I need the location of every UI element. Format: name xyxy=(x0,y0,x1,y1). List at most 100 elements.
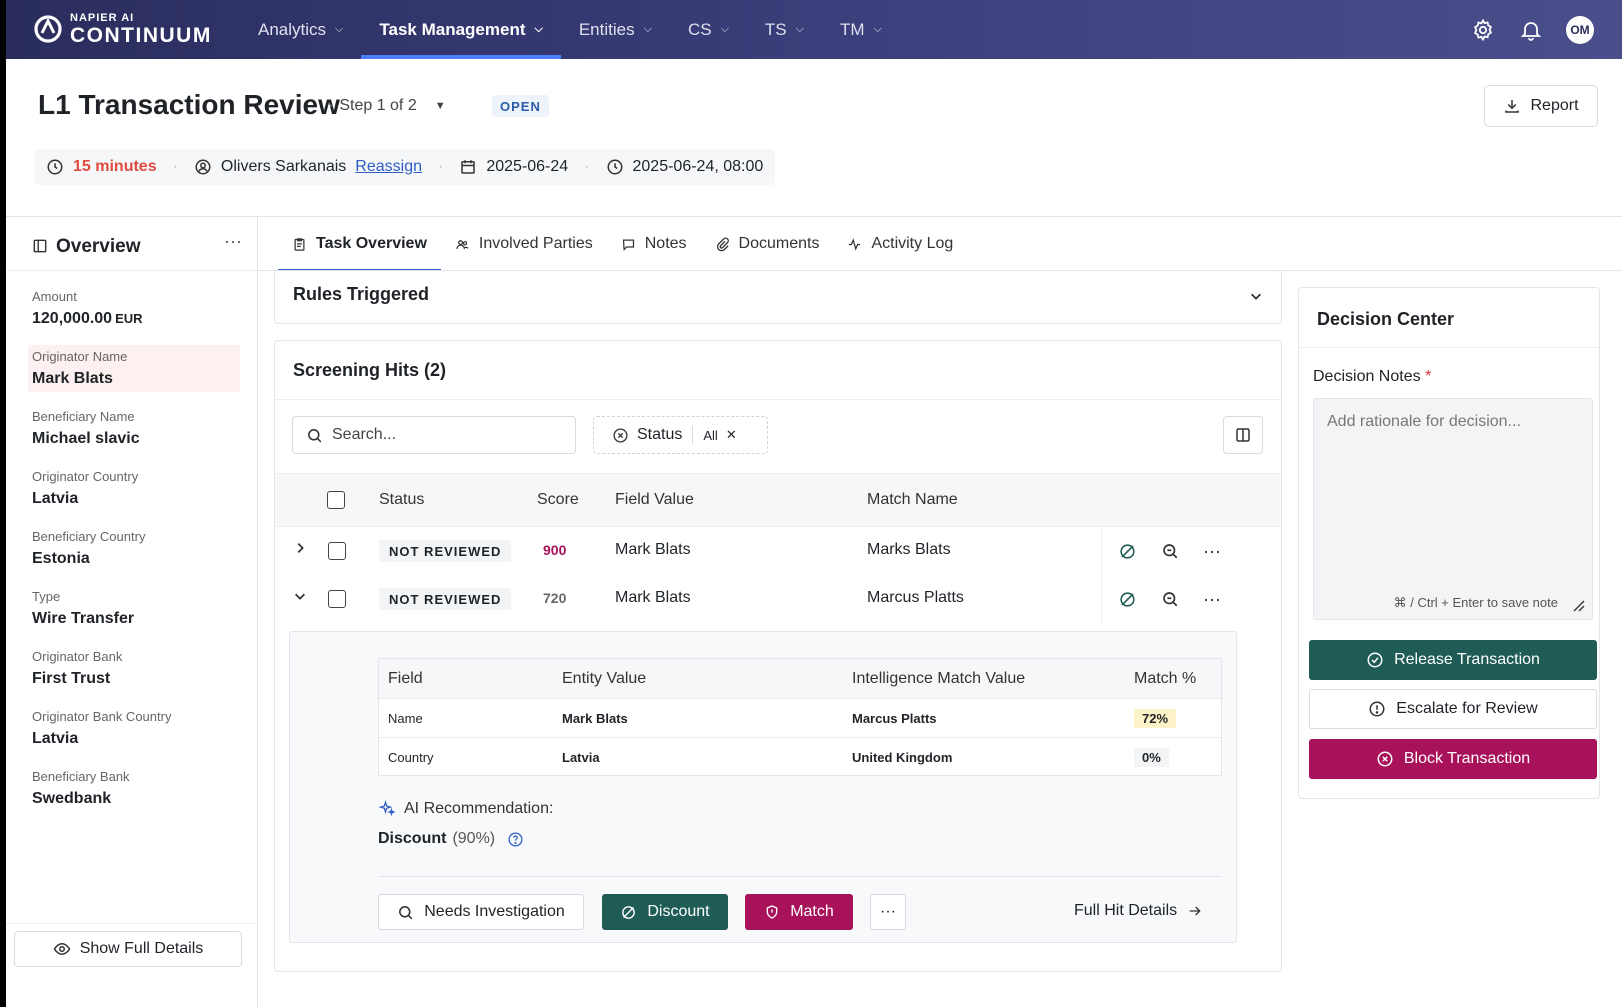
match-name-cell: Marcus Platts xyxy=(867,589,964,606)
chevron-down-icon: ⌵ xyxy=(873,23,882,35)
chevron-down-icon: ⌵ xyxy=(795,23,804,35)
clock-icon xyxy=(607,159,622,175)
tab-label: Documents xyxy=(738,235,820,252)
column-header-status[interactable]: Status xyxy=(379,491,424,509)
decision-notes-textarea[interactable]: Add rationale for decision... ⌘ / Ctrl +… xyxy=(1313,398,1593,620)
chevron-down-icon: ⌵ xyxy=(720,23,729,35)
match-button[interactable]: Match xyxy=(745,894,853,930)
brand-logo[interactable]: NAPIER AI CONTINUUM xyxy=(32,12,212,46)
nav-item-task-management[interactable]: Task Management ⌵ xyxy=(361,0,562,59)
discount-icon[interactable] xyxy=(1118,590,1137,609)
chevron-down-icon: ⌵ xyxy=(335,23,344,35)
block-transaction-button[interactable]: Block Transaction xyxy=(1309,739,1597,779)
comparison-row: Name Mark Blats Marcus Platts 72% xyxy=(379,699,1221,738)
nav-item-analytics[interactable]: Analytics ⌵ xyxy=(240,0,361,59)
show-full-details-button[interactable]: Show Full Details xyxy=(14,931,242,967)
page-title: L1 Transaction Review xyxy=(38,89,340,120)
search-placeholder: Search... xyxy=(332,426,397,443)
discount-icon xyxy=(622,905,636,919)
overview-field: Type Wire Transfer xyxy=(28,585,240,632)
match-label: Match xyxy=(790,903,834,920)
status-filter[interactable]: Status All ✕ xyxy=(593,416,768,454)
task-meta-bar: 15 minutes · Olivers Sarkanais Reassign … xyxy=(34,149,776,185)
resize-grip-icon[interactable] xyxy=(1572,599,1586,613)
column-header-field-value[interactable]: Field Value xyxy=(615,491,694,509)
select-all-checkbox[interactable] xyxy=(327,491,345,509)
eye-icon xyxy=(53,942,71,956)
comparison-intel-value: United Kingdom xyxy=(852,750,953,765)
help-circle-icon[interactable] xyxy=(507,831,524,848)
user-avatar[interactable]: OM xyxy=(1566,15,1594,44)
investigate-icon[interactable] xyxy=(1161,590,1179,608)
nav-item-ts[interactable]: TS ⌵ xyxy=(747,0,822,59)
discount-button[interactable]: Discount xyxy=(602,894,728,930)
columns-toggle-button[interactable] xyxy=(1223,416,1263,454)
chevron-right-icon[interactable] xyxy=(293,541,307,555)
nav-item-cs[interactable]: CS ⌵ xyxy=(670,0,747,59)
comparison-entity-value: Mark Blats xyxy=(562,711,628,726)
nav-item-label: Analytics xyxy=(258,19,327,39)
report-button-label: Report xyxy=(1530,97,1579,114)
investigate-icon[interactable] xyxy=(1161,542,1179,560)
more-horizontal-icon[interactable]: ··· xyxy=(1203,589,1221,610)
table-row[interactable]: NOT REVIEWED 720 Mark Blats Marcus Platts ··… xyxy=(275,575,1281,623)
overview-field: Beneficiary Name Michael slavic xyxy=(28,405,240,452)
field-label: Originator Name xyxy=(32,349,128,364)
row-checkbox[interactable] xyxy=(328,590,346,608)
nav-item-tm[interactable]: TM ⌵ xyxy=(822,0,900,59)
tab-involved-parties[interactable]: Involved Parties xyxy=(441,217,607,271)
field-value-text: Wire Transfer xyxy=(32,610,135,627)
panel-icon[interactable] xyxy=(33,239,47,253)
more-actions-button[interactable]: ··· xyxy=(870,894,906,930)
decision-notes-placeholder: Add rationale for decision... xyxy=(1327,413,1521,430)
chevron-down-icon[interactable] xyxy=(1249,289,1263,303)
tab-task-overview[interactable]: Task Overview xyxy=(278,217,441,272)
column-header-score[interactable]: Score xyxy=(537,491,579,509)
settings-gear-icon[interactable] xyxy=(1470,17,1496,43)
rules-triggered-panel[interactable]: Rules Triggered xyxy=(274,270,1282,324)
hits-table-header: Status Score Field Value Match Name xyxy=(275,473,1281,527)
notifications-bell-icon[interactable] xyxy=(1518,17,1544,43)
discount-icon[interactable] xyxy=(1118,542,1137,561)
clear-circle-icon[interactable] xyxy=(612,427,629,444)
tab-activity-log[interactable]: Activity Log xyxy=(833,217,967,271)
step-selector[interactable]: · Step 1 of 2 ▼ xyxy=(328,97,446,115)
full-hit-details-link[interactable]: Full Hit Details xyxy=(1074,902,1203,920)
tab-documents[interactable]: Documents xyxy=(701,217,834,271)
nav-item-label: CS xyxy=(687,19,712,39)
field-value-cell: Mark Blats xyxy=(615,541,691,558)
overview-field: Beneficiary Bank Swedbank xyxy=(28,765,240,812)
nav-item-entities[interactable]: Entities ⌵ xyxy=(561,0,670,59)
check-circle-icon xyxy=(1367,652,1383,668)
ai-decision-value: Discount xyxy=(378,830,447,847)
needs-investigation-button[interactable]: Needs Investigation xyxy=(378,894,584,930)
sparkles-icon xyxy=(378,800,396,817)
overview-field: Beneficiary Country Estonia xyxy=(28,525,240,572)
clipboard-icon xyxy=(292,237,307,252)
block-transaction-label: Block Transaction xyxy=(1403,750,1531,767)
report-button[interactable]: Report xyxy=(1484,85,1598,127)
hits-search-input[interactable]: Search... xyxy=(292,416,576,454)
tab-notes[interactable]: Notes xyxy=(607,217,701,271)
chevron-down-icon[interactable] xyxy=(293,589,307,603)
save-note-hint: ⌘ / Ctrl + Enter to save note xyxy=(1393,595,1558,610)
assignee-name: Olivers Sarkanais xyxy=(220,158,347,175)
field-value-text: Estonia xyxy=(32,550,90,567)
row-checkbox[interactable] xyxy=(328,542,346,560)
overview-field: Amount 120,000.00 EUR xyxy=(28,285,240,332)
discount-label: Discount xyxy=(647,903,710,920)
timer-icon xyxy=(47,159,63,175)
more-horizontal-icon[interactable]: ··· xyxy=(1203,541,1221,562)
field-value-text: Latvia xyxy=(32,490,79,507)
comparison-entity-value: Latvia xyxy=(562,750,600,765)
escalate-review-button[interactable]: Escalate for Review xyxy=(1309,689,1597,729)
table-row[interactable]: NOT REVIEWED 900 Mark Blats Marks Blats ··· xyxy=(275,527,1281,575)
close-icon[interactable]: ✕ xyxy=(726,427,737,443)
field-value-cell: Mark Blats xyxy=(615,589,691,606)
column-header-match-name[interactable]: Match Name xyxy=(867,491,958,509)
more-options-icon[interactable]: ··· xyxy=(224,231,242,252)
reassign-link[interactable]: Reassign xyxy=(355,158,422,176)
field-label: Beneficiary Name xyxy=(32,409,135,424)
field-value-text: Latvia xyxy=(32,730,79,747)
release-transaction-button[interactable]: Release Transaction xyxy=(1309,640,1597,680)
